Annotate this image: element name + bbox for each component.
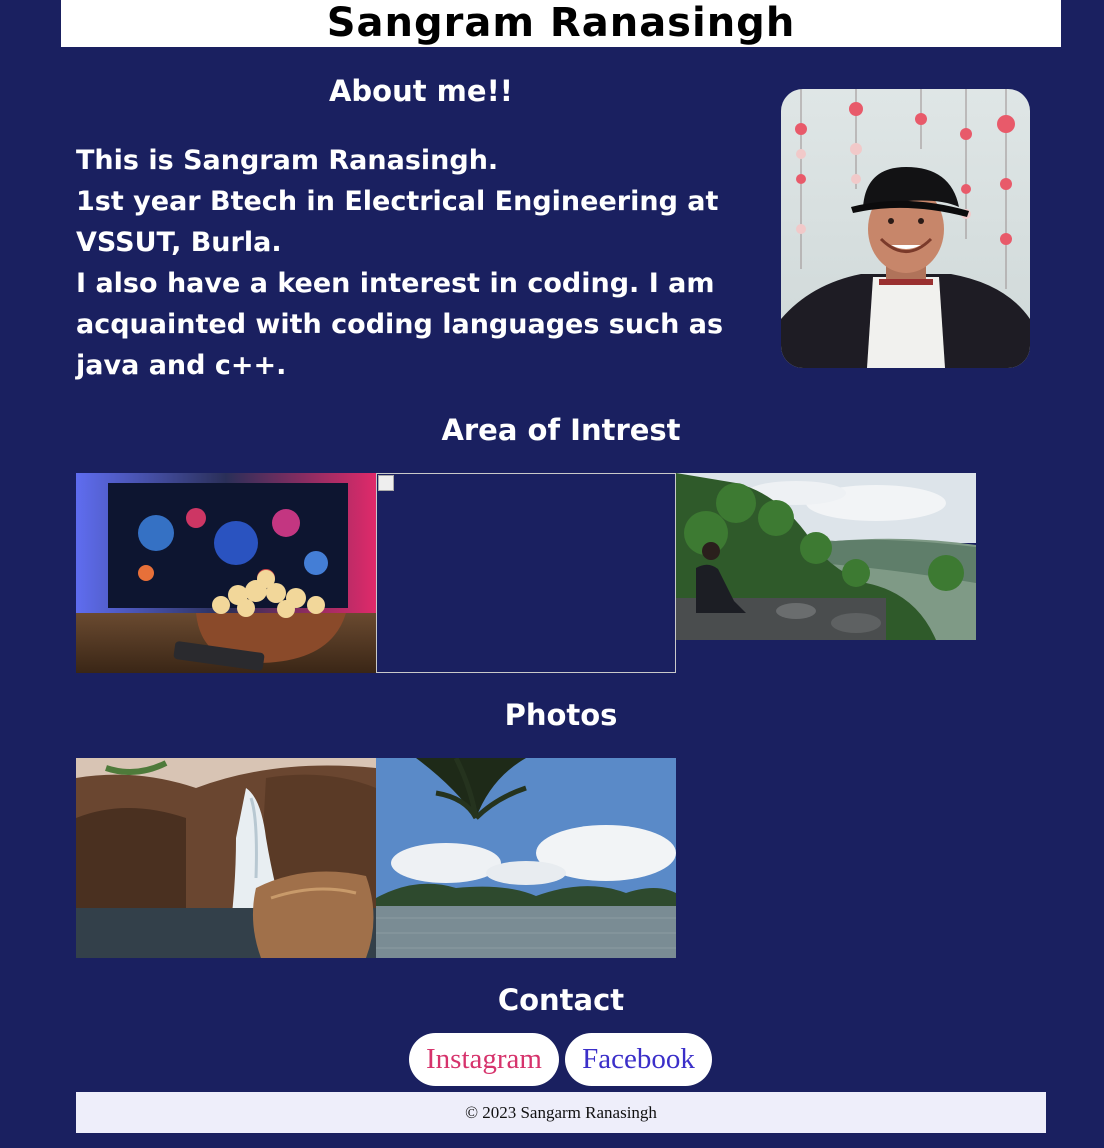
about-line-1: This is Sangram Ranasingh. xyxy=(76,145,499,176)
interest-image-movies xyxy=(76,473,376,673)
site-title: Sangram Ranasingh xyxy=(326,0,796,46)
about-line-2: 1st year Btech in Electrical Engineering… xyxy=(76,186,719,258)
about-heading: About me!! xyxy=(328,74,514,108)
site-header: Sangram Ranasingh xyxy=(61,0,1061,47)
interest-heading: Area of Intrest xyxy=(441,413,681,447)
photo-waterfall xyxy=(76,758,376,958)
instagram-link[interactable]: Instagram xyxy=(409,1033,559,1086)
facebook-link[interactable]: Facebook xyxy=(565,1033,712,1086)
site-footer: © 2023 Sangarm Ranasingh xyxy=(76,1092,1046,1133)
copyright-text: © 2023 Sangarm Ranasingh xyxy=(465,1103,657,1122)
interest-image-travel xyxy=(676,473,976,640)
photo-lake xyxy=(376,758,676,958)
interest-image-broken xyxy=(376,473,676,673)
contact-heading: Contact xyxy=(497,983,625,1017)
broken-image-icon xyxy=(378,475,394,491)
about-line-3: I also have a keen interest in coding. I… xyxy=(76,268,724,381)
about-text: This is Sangram Ranasingh. 1st year Btec… xyxy=(76,140,756,386)
profile-photo xyxy=(781,89,1030,368)
photos-heading: Photos xyxy=(504,698,618,732)
